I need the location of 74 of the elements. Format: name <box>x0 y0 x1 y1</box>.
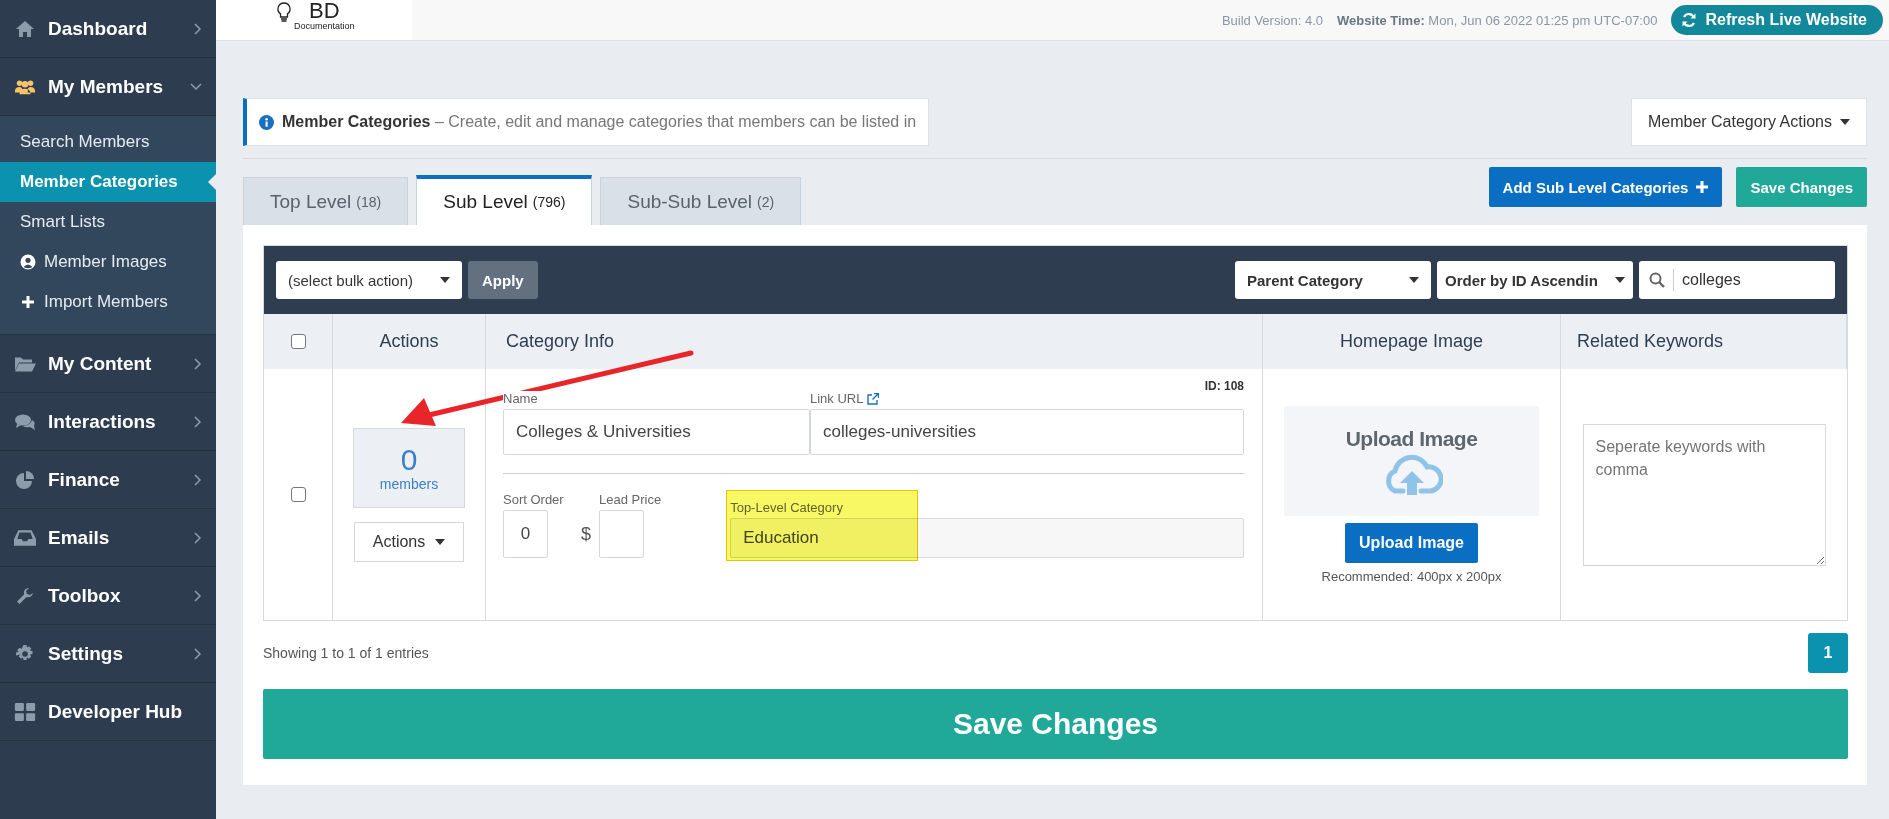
actions-dropdown[interactable]: Actions <box>354 521 464 562</box>
order-select[interactable]: Order by ID Ascendin <box>1437 261 1633 299</box>
chevron-down-icon <box>190 82 202 91</box>
currency-symbol: $ <box>581 523 592 545</box>
submenu-item[interactable]: Search Members <box>0 122 216 162</box>
column-header: Actions <box>333 314 486 369</box>
sort-order-field[interactable]: 0 <box>503 510 548 558</box>
link-url-field[interactable]: colleges-universities <box>810 409 1244 455</box>
column-header: Category Info <box>486 314 1263 369</box>
grid-icon <box>14 702 36 721</box>
chevron-right-icon <box>194 647 202 660</box>
field-label: Lead Price <box>599 492 662 507</box>
tab[interactable]: Sub Level (796) <box>416 175 593 225</box>
chat-icon <box>14 412 36 431</box>
chevron-right-icon <box>194 415 202 428</box>
field-label: Top-Level Category <box>730 500 844 515</box>
caret-icon <box>1409 277 1419 283</box>
field-label: Name <box>503 391 540 406</box>
select-all-checkbox[interactable] <box>290 334 306 349</box>
page-button[interactable]: 1 <box>1808 633 1848 673</box>
category-id: ID: 108 <box>1204 379 1244 393</box>
logo-subtext: Documentation <box>294 22 355 31</box>
website-time: Website Time: Mon, Jun 06 2022 01:25 pm UTC-07:00 <box>1337 12 1658 28</box>
chevron-right-icon <box>194 22 202 35</box>
caret-icon <box>1615 277 1625 283</box>
search-icon <box>1649 272 1665 288</box>
refresh-icon <box>1681 12 1698 28</box>
refresh-button[interactable]: Refresh Live Website <box>1671 5 1883 35</box>
wrench-icon <box>14 586 36 605</box>
upload-dropzone[interactable]: Upload Image <box>1284 405 1539 516</box>
tab[interactable]: Top Level (18) <box>243 177 409 225</box>
search-field[interactable]: colleges <box>1639 261 1835 299</box>
home-icon <box>14 19 36 38</box>
field-label: Link URL <box>810 391 864 406</box>
info-text: Member Categories – Create, edit and manage categories that members can be listed in <box>282 113 917 131</box>
category-actions-dropdown[interactable]: Member Category Actions <box>1630 98 1867 146</box>
gear-icon <box>14 644 36 663</box>
keywords-field[interactable]: Seperate keywords with comma <box>1582 423 1826 566</box>
recommended-size: Recommended: 400px x 200px <box>1321 568 1502 584</box>
parent-category-select[interactable]: Parent Category <box>1235 261 1431 299</box>
member-count-badge[interactable]: 0 members <box>353 427 465 508</box>
submenu-item[interactable]: Import Members <box>0 282 216 322</box>
submenu-item[interactable]: Member Categories <box>0 162 216 202</box>
plus-icon <box>1696 181 1709 193</box>
upload-image-button[interactable]: Upload Image <box>1345 522 1478 563</box>
submenu-item[interactable]: Smart Lists <box>0 202 216 242</box>
chevron-right-icon <box>194 589 202 602</box>
chevron-right-icon <box>194 357 202 370</box>
column-header: Related Keywords <box>1561 314 1847 369</box>
inbox-icon <box>14 528 36 547</box>
chevron-right-icon <box>194 531 202 544</box>
external-link-icon <box>867 392 880 405</box>
apply-button[interactable]: Apply <box>468 261 538 299</box>
lead-price-field[interactable] <box>599 510 644 558</box>
info-icon <box>259 114 274 130</box>
caret-icon <box>435 538 446 545</box>
chevron-right-icon <box>194 473 202 486</box>
bulk-action-select[interactable]: (select bulk action) <box>276 261 462 299</box>
build-version: Build Version: 4.0 <box>1221 12 1324 28</box>
lightbulb-icon <box>276 2 292 24</box>
column-header: Homepage Image <box>1263 314 1561 369</box>
tab[interactable]: Sub-Sub Level (2) <box>600 177 802 225</box>
row-checkbox[interactable] <box>290 487 306 502</box>
field-label: Sort Order <box>503 492 565 507</box>
user-icon <box>20 254 36 270</box>
caret-icon <box>1840 119 1850 125</box>
pie-chart-icon <box>14 470 36 489</box>
caret-icon <box>440 277 450 283</box>
logo-text: BD <box>309 0 340 22</box>
submenu-item[interactable]: Member Images <box>0 242 216 282</box>
name-field[interactable]: Colleges & Universities <box>503 409 810 455</box>
plus-icon <box>20 294 36 310</box>
add-categories-button[interactable]: Add Sub Level Categories <box>1488 167 1723 207</box>
entries-info: Showing 1 to 1 of 1 entries <box>263 645 429 661</box>
